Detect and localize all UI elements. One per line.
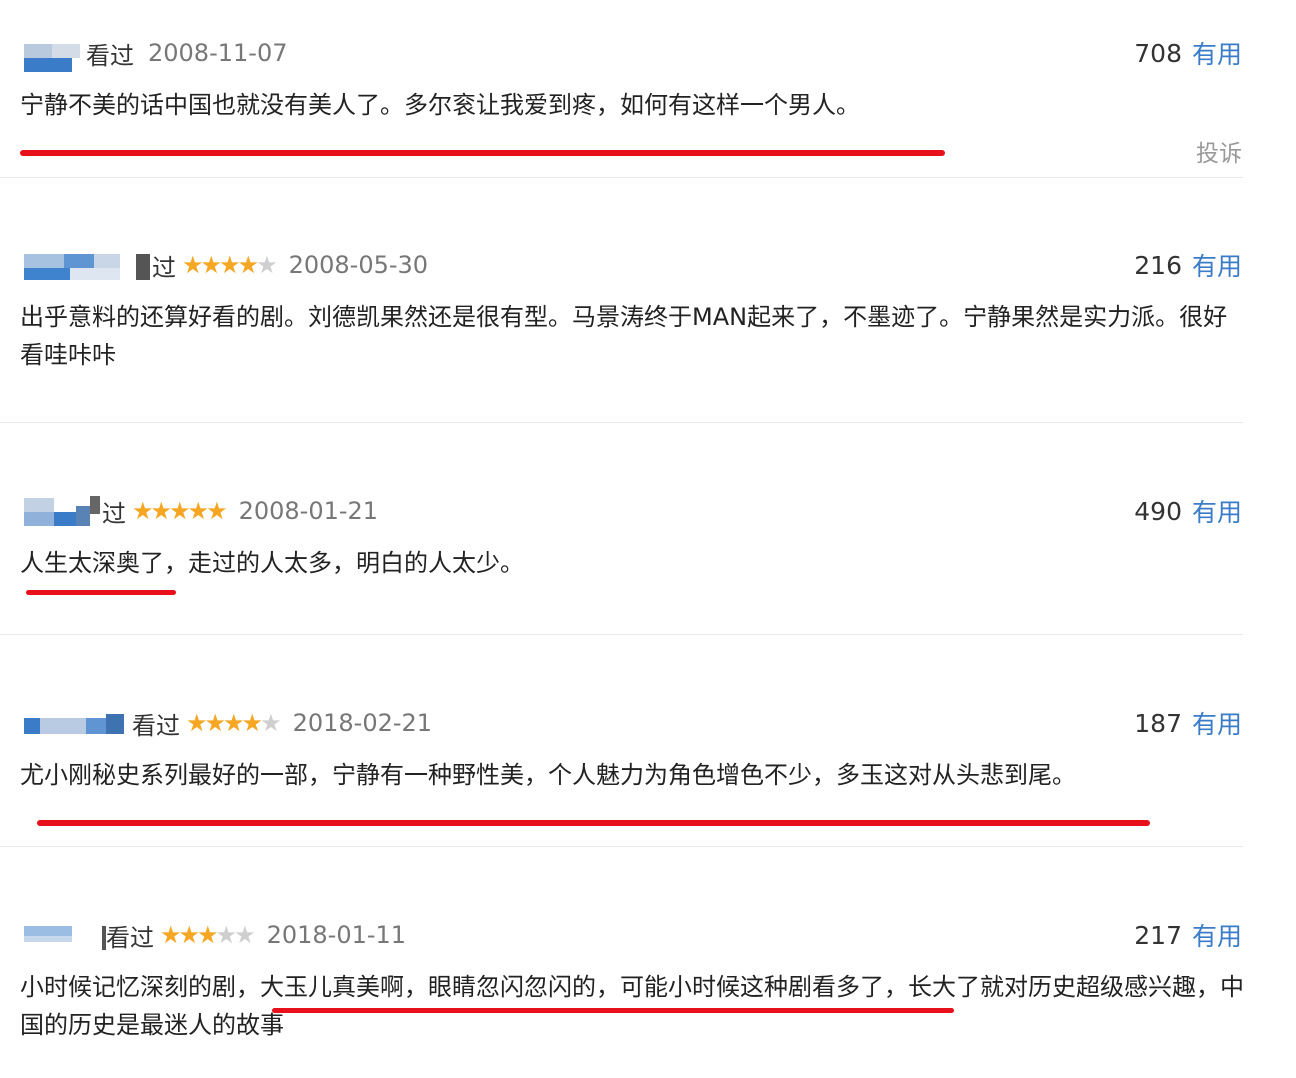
highlight-underline — [20, 150, 945, 156]
useful-button[interactable]: 有用 — [1192, 917, 1242, 953]
review-header: 看过 ★★★★★ 2018-01-11 — [22, 918, 406, 952]
divider — [0, 422, 1243, 423]
vote-area: 216 有用 — [1134, 248, 1242, 282]
vote-count: 708 — [1134, 38, 1182, 68]
useful-button[interactable]: 有用 — [1192, 705, 1242, 741]
report-link[interactable]: 投诉 — [1196, 134, 1242, 168]
vote-count: 216 — [1134, 250, 1182, 280]
rating-stars: ★★★★★ — [160, 921, 256, 949]
watched-status: 过 — [152, 253, 176, 282]
watched-status: 看过 — [132, 711, 180, 740]
star-icon: ★★★★ — [182, 251, 259, 279]
vote-area: 187 有用 — [1134, 706, 1242, 740]
vote-area: 708 有用 — [1134, 36, 1242, 70]
highlight-underline — [26, 590, 176, 595]
user-avatar-blurred[interactable] — [22, 38, 82, 72]
star-empty-icon: ★ — [256, 251, 277, 279]
review-header: 过 ★★★★★ 2008-01-21 — [22, 494, 378, 528]
rating-stars: ★★★★★ — [132, 497, 228, 525]
user-avatar-blurred[interactable] — [22, 250, 152, 280]
watched-status: 看过 — [106, 923, 154, 952]
review-text: 人生太深奥了，走过的人太多，明白的人太少。 — [20, 549, 524, 577]
rating-stars: ★★★★★ — [182, 251, 278, 279]
useful-button[interactable]: 有用 — [1192, 493, 1242, 529]
user-avatar-blurred[interactable] — [22, 708, 126, 738]
useful-button[interactable]: 有用 — [1192, 247, 1242, 283]
review-date: 2018-01-11 — [266, 921, 407, 949]
watched-status: 看过 — [86, 41, 134, 70]
review-text: 尤小刚秘史系列最好的一部，宁静有一种野性美，个人魅力为角色增色不少，多玉这对从头… — [20, 761, 1076, 789]
review-text: 出乎意料的还算好看的剧。刘德凯果然还是很有型。马景涛终于MAN起来了，不墨迹了。… — [20, 303, 1228, 369]
useful-button[interactable]: 有用 — [1192, 35, 1242, 71]
star-empty-icon: ★ — [260, 709, 281, 737]
vote-area: 490 有用 — [1134, 494, 1242, 528]
rating-stars: ★★★★★ — [186, 709, 282, 737]
review-header: 看过 2008-11-07 — [22, 36, 288, 72]
vote-count: 217 — [1134, 920, 1182, 950]
star-icon: ★★★ — [160, 921, 219, 949]
review-date: 2008-05-30 — [288, 251, 429, 279]
review-text: 小时候记忆深刻的剧，大玉儿真美啊，眼睛忽闪忽闪的，可能小时候这种剧看多了，长大了… — [20, 973, 1244, 1039]
star-icon: ★★★★★ — [132, 497, 228, 525]
vote-count: 187 — [1134, 708, 1182, 738]
review-date: 2018-02-21 — [292, 709, 433, 737]
user-avatar-blurred[interactable] — [22, 496, 102, 526]
vote-count: 490 — [1134, 496, 1182, 526]
watched-status: 过 — [102, 499, 126, 528]
user-avatar-blurred[interactable] — [22, 920, 106, 950]
highlight-underline — [272, 1008, 954, 1013]
star-icon: ★★★★ — [186, 709, 263, 737]
highlight-underline — [37, 820, 1150, 826]
divider — [0, 177, 1243, 178]
vote-area: 217 有用 — [1134, 918, 1242, 952]
divider — [0, 634, 1243, 635]
star-empty-icon: ★★ — [215, 921, 256, 949]
review-header: 过 ★★★★★ 2008-05-30 — [22, 248, 428, 282]
review-header: 看过 ★★★★★ 2018-02-21 — [22, 706, 432, 740]
review-date: 2008-11-07 — [148, 39, 288, 67]
review-date: 2008-01-21 — [238, 497, 379, 525]
review-text: 宁静不美的话中国也就没有美人了。多尔衮让我爱到疼，如何有这样一个男人。 — [20, 91, 860, 119]
divider — [0, 846, 1243, 847]
